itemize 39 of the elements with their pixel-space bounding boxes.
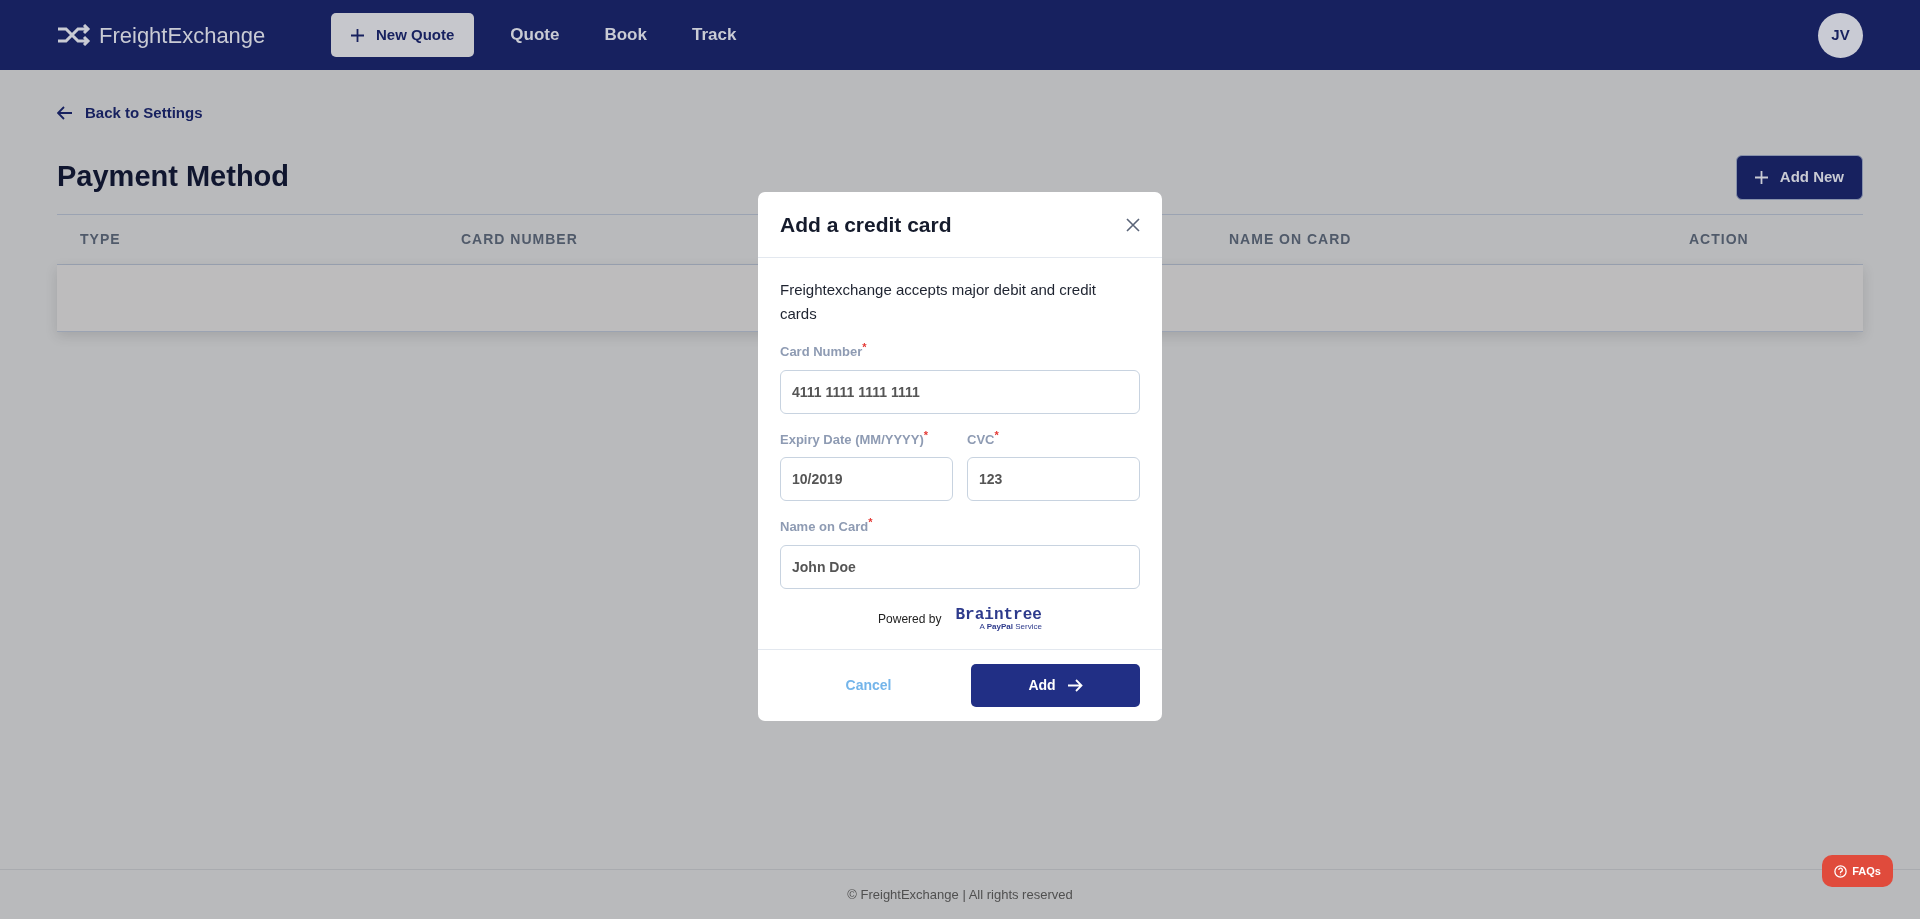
user-avatar[interactable]: JV <box>1818 12 1863 58</box>
input-field[interactable]: 123 <box>967 457 1140 501</box>
field-label: Card Number <box>780 344 863 361</box>
nav-link[interactable]: Book <box>604 22 647 48</box>
brand-name: FreightExchange <box>99 21 266 50</box>
nav-link[interactable]: Quote <box>510 22 560 48</box>
shuffle-icon <box>57 24 91 46</box>
add-new-button[interactable]: Add New <box>1735 154 1863 200</box>
faq-button[interactable]: FAQs <box>1822 855 1893 887</box>
arrow-left-icon <box>57 106 73 121</box>
arrow-right-icon <box>1067 678 1083 692</box>
column-header: CARD NUMBER <box>461 231 578 247</box>
close-icon[interactable] <box>1126 217 1140 232</box>
input-field[interactable]: John Doe <box>780 544 1140 589</box>
copyright-text: © FreightExchange | All rights reserved <box>847 885 1073 904</box>
add-button[interactable]: Add <box>971 663 1140 707</box>
required-asterisk: * <box>868 517 873 528</box>
dialog-description: Freightexchange accepts major debit and credit cards <box>780 280 1097 324</box>
field-label: Expiry Date (MM/YYYY) <box>780 430 924 449</box>
column-header: TYPE <box>80 231 121 247</box>
nav-link[interactable]: Track <box>691 22 737 48</box>
input-field[interactable]: 4111 1111 1111 1111 <box>780 369 1140 414</box>
field-label: Name on Card <box>780 519 869 536</box>
braintree-logo: Braintree A PayPal Service <box>955 606 1042 631</box>
help-icon <box>1834 864 1848 878</box>
required-asterisk: * <box>862 342 867 353</box>
back-link[interactable]: Back to Settings <box>57 102 203 125</box>
dialog-title: Add a credit card <box>780 211 952 238</box>
plus-icon <box>1754 170 1768 184</box>
required-asterisk: * <box>994 429 999 441</box>
field-label: CVC <box>967 430 995 449</box>
powered-by-text: Powered by <box>878 610 942 628</box>
new-quote-button[interactable]: New Quote <box>331 13 475 57</box>
plus-icon <box>351 28 364 42</box>
column-header: ACTION <box>1689 231 1749 247</box>
input-field[interactable]: 10/2019 <box>780 457 953 501</box>
required-asterisk: * <box>923 429 929 441</box>
page-title: Payment Method <box>57 159 290 195</box>
column-header: NAME ON CARD <box>1229 231 1352 247</box>
